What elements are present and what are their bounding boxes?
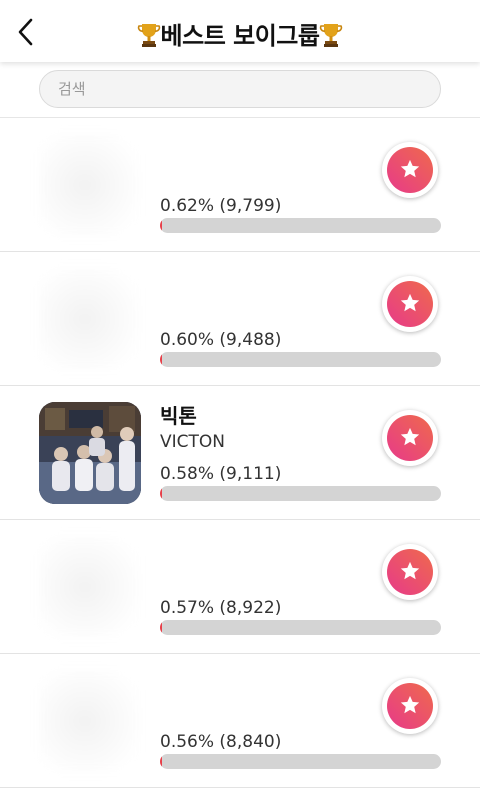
search-bar: [0, 62, 480, 118]
list-item[interactable]: 빅톤 VICTON 0.58% (9,111): [0, 386, 480, 520]
page-title: 베스트 보이그룹: [0, 16, 480, 51]
vote-stat: 0.58% (9,111): [160, 464, 282, 484]
vote-stat: 0.60% (9,488): [160, 330, 282, 350]
group-thumbnail: [39, 670, 141, 772]
vote-progress-fill: [160, 486, 162, 501]
group-thumbnail: [39, 268, 141, 370]
vote-progress-fill: [160, 754, 162, 769]
group-thumbnail: [39, 536, 141, 638]
list-item[interactable]: 0.57% (8,922): [0, 520, 480, 654]
vote-progress-bar: [160, 486, 441, 501]
star-icon: [400, 561, 420, 580]
group-subname: VICTON: [160, 432, 225, 452]
star-icon: [400, 293, 420, 312]
trophy-icon: [137, 24, 160, 47]
list-item[interactable]: 0.56% (8,840): [0, 654, 480, 788]
vote-progress-bar: [160, 218, 441, 233]
page-title-text: 베스트 보이그룹: [160, 22, 320, 50]
vote-button[interactable]: [382, 678, 438, 734]
group-thumbnail: [39, 402, 141, 504]
group-photo: [39, 402, 141, 504]
vote-button[interactable]: [382, 142, 438, 198]
list-item[interactable]: 0.62% (9,799): [0, 118, 480, 252]
vote-progress-bar: [160, 754, 441, 769]
star-icon: [400, 159, 420, 178]
list-item[interactable]: 0.60% (9,488): [0, 252, 480, 386]
trophy-icon: [320, 24, 343, 47]
vote-progress-fill: [160, 218, 162, 233]
vote-progress-fill: [160, 620, 162, 635]
vote-button[interactable]: [382, 544, 438, 600]
vote-stat: 0.56% (8,840): [160, 732, 282, 752]
group-thumbnail: [39, 134, 141, 236]
star-icon: [400, 695, 420, 714]
app-header: 베스트 보이그룹: [0, 0, 480, 62]
ranking-list: 0.62% (9,799) 0.60% (9,488) 빅톤 VICTON 0.…: [0, 118, 480, 788]
vote-progress-bar: [160, 352, 441, 367]
vote-progress-bar: [160, 620, 441, 635]
vote-stat: 0.62% (9,799): [160, 196, 282, 216]
search-input[interactable]: [39, 70, 441, 108]
group-name: 빅톤: [160, 404, 197, 428]
vote-progress-fill: [160, 352, 162, 367]
vote-button[interactable]: [382, 410, 438, 466]
vote-stat: 0.57% (8,922): [160, 598, 282, 618]
star-icon: [400, 427, 420, 446]
vote-button[interactable]: [382, 276, 438, 332]
